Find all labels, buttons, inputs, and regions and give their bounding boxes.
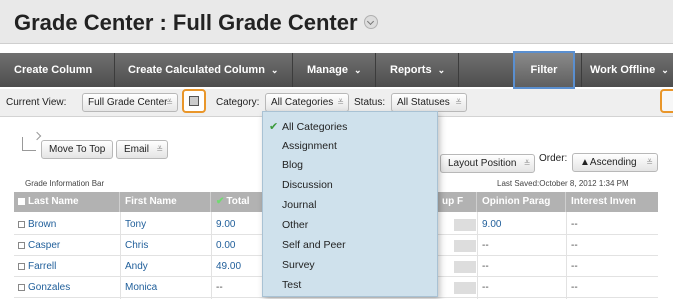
cell-total[interactable]: -- [212, 277, 223, 298]
chevron-down-icon: ⌄ [437, 65, 446, 75]
dropdown-option-survey[interactable]: Survey [263, 256, 439, 275]
status-label: Status: [354, 97, 386, 108]
select-arrow-icon: ≚ [166, 98, 173, 107]
column-header-last-name[interactable]: Last Name [14, 192, 114, 212]
filter-button[interactable]: Filter [513, 51, 575, 89]
select-arrow-icon: ≚ [337, 98, 344, 107]
cell-last-name[interactable]: Brown [14, 214, 56, 235]
cell-opinion[interactable]: -- [478, 277, 489, 298]
clear-filter-icon[interactable] [660, 89, 673, 113]
cell-interest[interactable]: -- [567, 277, 578, 298]
row-checkbox[interactable] [18, 283, 25, 291]
current-view-label: Current View: [6, 97, 67, 108]
order-select[interactable]: ▲Ascending ≚ [572, 153, 658, 172]
cell-first-name[interactable]: Tony [121, 214, 146, 235]
dropdown-option-journal[interactable]: Journal [263, 196, 439, 215]
cell-interest[interactable]: -- [567, 256, 578, 277]
grade-information-bar: Grade Information Bar [25, 179, 105, 188]
move-to-top-button[interactable]: Move To Top [41, 140, 114, 159]
cell-total[interactable]: 9.00 [212, 214, 235, 235]
cell-last-name[interactable]: Gonzales [14, 277, 70, 298]
work-offline-menu[interactable]: Work Offline ⌄ [590, 53, 669, 87]
layout-position-select[interactable]: Layout Position ≚ [440, 154, 536, 173]
email-menu[interactable]: Email ≚ [116, 140, 169, 159]
chevron-down-icon: ⌄ [661, 65, 669, 75]
cell-opinion[interactable]: 9.00 [478, 214, 501, 235]
dropdown-option-all-categories[interactable]: ✔ All Categories [263, 118, 439, 137]
row-checkbox[interactable] [18, 262, 25, 270]
cell-first-name[interactable]: Monica [121, 277, 157, 298]
cell-total[interactable]: 0.00 [212, 235, 235, 256]
row-checkbox[interactable] [18, 241, 25, 249]
current-view-select[interactable]: Full Grade Center ≚ [82, 93, 178, 112]
select-arrow-icon: ≚ [156, 145, 164, 154]
check-icon: ✔ [269, 121, 279, 133]
cell-interest[interactable]: -- [567, 214, 578, 235]
column-header-first-name[interactable]: First Name [121, 192, 209, 212]
cell-opinion[interactable]: -- [478, 256, 489, 277]
create-column-button[interactable]: Create Column [14, 53, 92, 87]
dropdown-option-blog[interactable]: Blog [263, 156, 439, 175]
select-arrow-icon: ≚ [523, 159, 531, 168]
cell-first-name[interactable]: Chris [121, 235, 148, 256]
cell-interest[interactable]: -- [567, 235, 578, 256]
cell-first-name[interactable]: Andy [121, 256, 148, 277]
move-arrow-icon [22, 137, 36, 151]
cell-opinion[interactable]: -- [478, 235, 489, 256]
column-header-opinion[interactable]: Opinion Parag [478, 192, 564, 212]
dropdown-option-assignment[interactable]: Assignment [263, 137, 439, 156]
title-bar: Grade Center : Full Grade Center [0, 0, 673, 44]
order-label: Order: [539, 153, 568, 164]
column-header-total[interactable]: ✔ Total [212, 192, 262, 212]
page-title: Grade Center : Full Grade Center [14, 10, 378, 36]
cell-last-name[interactable]: Farrell [14, 256, 56, 277]
category-label: Category: [216, 97, 260, 108]
manage-view-icon[interactable] [182, 89, 206, 113]
select-arrow-icon: ≚ [455, 98, 462, 107]
select-all-checkbox[interactable] [18, 197, 25, 205]
column-header-group[interactable]: up F [438, 192, 478, 212]
reports-menu[interactable]: Reports ⌄ [390, 53, 445, 87]
manage-menu[interactable]: Manage ⌄ [307, 53, 362, 87]
create-calculated-column-menu[interactable]: Create Calculated Column ⌄ [128, 53, 278, 87]
select-arrow-icon: ≚ [646, 158, 653, 167]
status-select[interactable]: All Statuses ≚ [391, 93, 467, 112]
cell-last-name[interactable]: Casper [14, 235, 60, 256]
column-header-interest[interactable]: Interest Inven [567, 192, 657, 212]
dropdown-option-test[interactable]: Test [263, 276, 439, 295]
check-icon: ✔ [216, 196, 225, 207]
chevron-down-icon: ⌄ [270, 65, 279, 75]
dropdown-option-discussion[interactable]: Discussion [263, 176, 439, 195]
cell-total[interactable]: 49.00 [212, 256, 241, 277]
dropdown-option-self-and-peer[interactable]: Self and Peer [263, 236, 439, 255]
row-checkbox[interactable] [18, 220, 25, 228]
category-select[interactable]: All Categories ≚ [265, 93, 349, 112]
page-title-text: Grade Center : Full Grade Center [14, 10, 358, 35]
title-menu-chevron-icon[interactable] [363, 15, 378, 30]
dropdown-option-other[interactable]: Other [263, 216, 439, 235]
last-saved-text: Last Saved:October 8, 2012 1:34 PM [497, 179, 629, 188]
category-dropdown-menu: ✔ All Categories Assignment Blog Discussi… [262, 111, 438, 297]
chevron-down-icon: ⌄ [353, 65, 362, 75]
